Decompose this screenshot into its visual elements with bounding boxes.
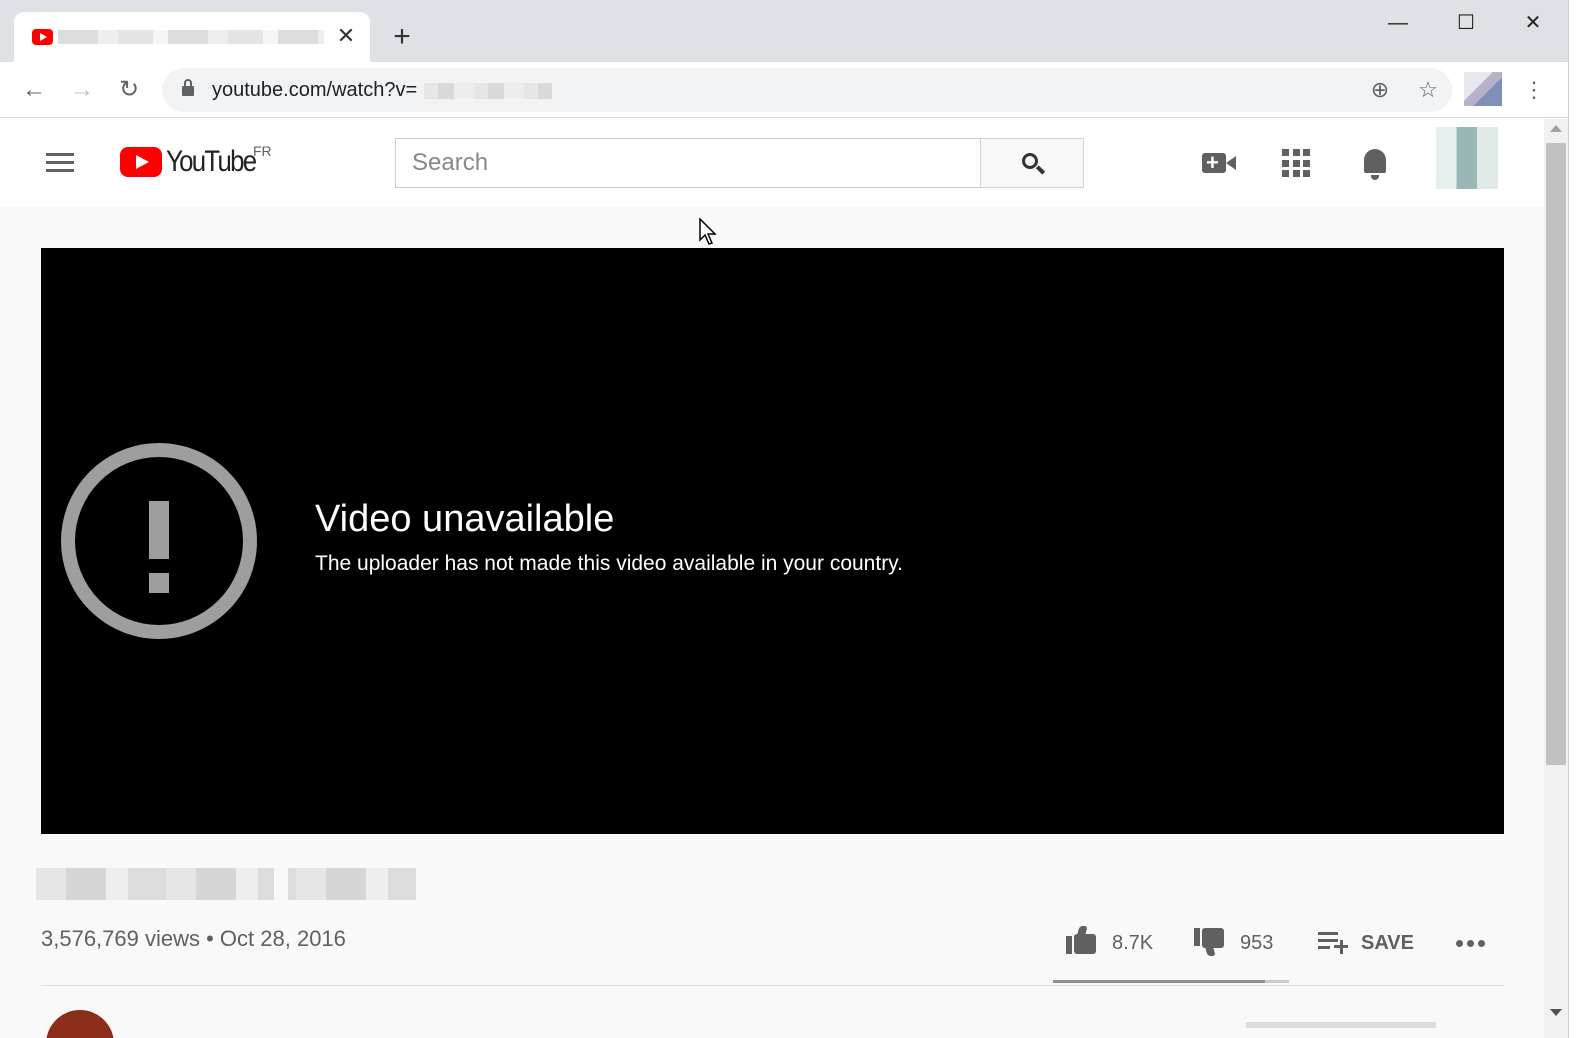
guide-menu-icon[interactable]	[44, 151, 76, 175]
window-edge	[1568, 0, 1588, 1038]
more-horizontal-icon	[1454, 940, 1488, 948]
more-actions-button[interactable]	[1454, 924, 1494, 960]
page-scrollbar[interactable]	[1544, 119, 1568, 1038]
like-dislike-bar	[1053, 980, 1289, 983]
url-redacted	[424, 83, 552, 99]
video-player[interactable]: Video unavailable The uploader has not m…	[41, 248, 1504, 834]
youtube-favicon-icon	[32, 29, 53, 45]
search-button[interactable]	[980, 138, 1084, 188]
back-button[interactable]: ←	[18, 74, 50, 106]
scroll-up-arrow-icon[interactable]	[1550, 125, 1562, 132]
browser-tab[interactable]: ✕	[14, 12, 370, 64]
warning-exclamation-icon	[61, 443, 257, 639]
dislike-button[interactable]: 953	[1192, 924, 1282, 960]
url-text[interactable]: youtube.com/watch?v=	[212, 79, 417, 102]
apps-icon[interactable]	[1278, 145, 1314, 181]
view-count-date: 3,576,769 views • Oct 28, 2016	[41, 926, 346, 951]
address-bar[interactable]: youtube.com/watch?v= ⊕ ☆	[162, 68, 1452, 112]
logo-text: YouTube	[166, 145, 257, 178]
forward-button[interactable]: →	[66, 74, 98, 106]
account-avatar[interactable]	[1436, 127, 1498, 189]
thumbs-down-icon	[1194, 926, 1226, 956]
notifications-bell-icon[interactable]	[1356, 145, 1392, 181]
scroll-down-arrow-icon[interactable]	[1550, 1009, 1562, 1016]
tab-title-redacted	[58, 30, 324, 44]
browser-menu-icon[interactable]: ⋮	[1522, 76, 1546, 104]
window-close-button[interactable]: ✕	[1516, 8, 1550, 38]
minimize-button[interactable]: —	[1381, 8, 1415, 38]
search-icon	[1021, 152, 1046, 176]
reload-button[interactable]: ↻	[113, 74, 145, 106]
error-title: Video unavailable	[315, 498, 615, 540]
create-video-icon[interactable]	[1200, 145, 1236, 181]
bookmark-star-icon[interactable]: ☆	[1416, 78, 1440, 102]
new-tab-button[interactable]: +	[388, 22, 416, 52]
like-count: 8.7K	[1112, 932, 1154, 954]
zoom-icon[interactable]: ⊕	[1368, 78, 1392, 102]
lock-icon[interactable]	[182, 79, 194, 96]
divider	[41, 985, 1504, 986]
search-box	[395, 138, 981, 188]
like-ratio-fill	[1053, 980, 1266, 983]
like-button[interactable]: 8.7K	[1060, 924, 1160, 960]
tab-close-icon[interactable]: ✕	[334, 24, 358, 48]
youtube-play-icon	[120, 147, 162, 177]
playlist-add-icon	[1318, 932, 1348, 954]
country-code: FR	[253, 143, 272, 159]
search-input[interactable]	[396, 139, 980, 187]
channel-avatar[interactable]	[46, 1010, 114, 1038]
error-message: The uploader has not made this video ava…	[315, 552, 903, 575]
save-label: SAVE	[1361, 932, 1414, 954]
browser-profile-avatar[interactable]	[1464, 72, 1502, 106]
subscribe-area[interactable]	[1246, 1022, 1436, 1028]
maximize-button[interactable]: ☐	[1449, 8, 1483, 38]
thumbs-up-icon	[1066, 926, 1098, 956]
save-button[interactable]: SAVE	[1316, 924, 1426, 960]
scrollbar-thumb[interactable]	[1546, 143, 1566, 765]
dislike-count: 953	[1240, 932, 1274, 954]
browser-titlebar: ✕ + — ☐ ✕	[0, 0, 1588, 64]
youtube-masthead: YouTube FR	[0, 119, 1544, 207]
browser-toolbar: ← → ↻ youtube.com/watch?v= ⊕ ☆ ⋮	[0, 62, 1588, 118]
video-title-redacted	[36, 868, 416, 900]
